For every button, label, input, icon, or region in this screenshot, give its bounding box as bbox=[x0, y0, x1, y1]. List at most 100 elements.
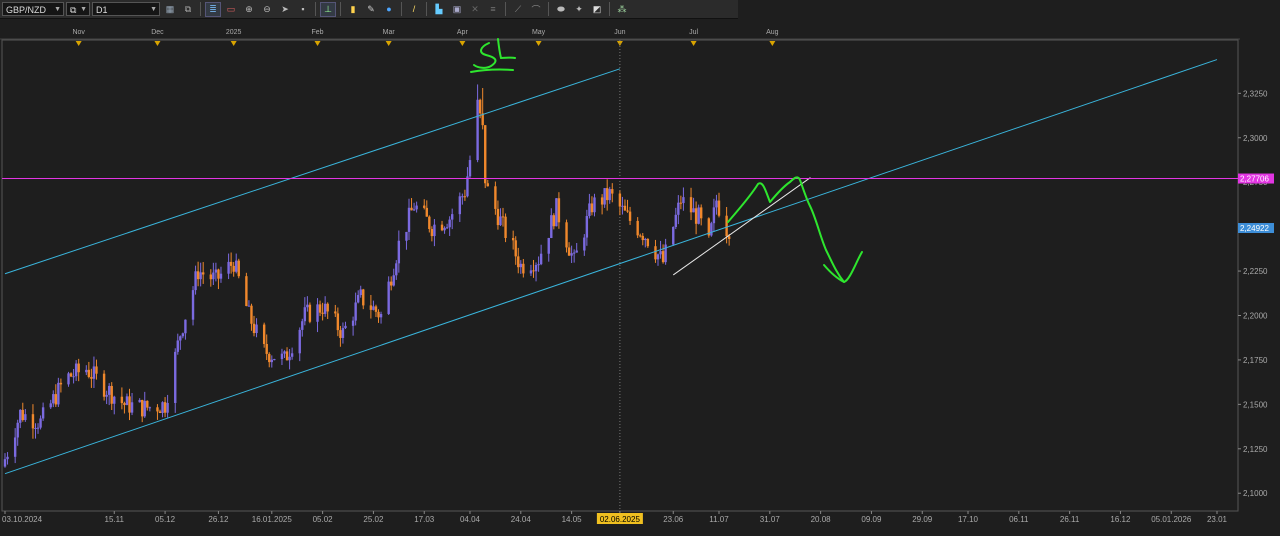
window-button[interactable]: ▣ bbox=[449, 2, 465, 17]
time-tick-label: 09.09 bbox=[861, 515, 882, 524]
candle-body bbox=[552, 215, 556, 227]
price-chart[interactable]: Nov Dec 2025 Feb Mar Apr May Jun Jul Aug 2,3250 2,3… bbox=[0, 20, 1280, 536]
candle-body bbox=[379, 314, 383, 318]
candle-body bbox=[557, 198, 561, 223]
candle-body bbox=[54, 394, 58, 405]
candle-body bbox=[433, 224, 436, 237]
candle-body bbox=[547, 237, 550, 254]
timeframe-select[interactable]: D1 ▼ bbox=[92, 2, 160, 16]
text-button[interactable]: ▮ bbox=[345, 2, 361, 17]
templates-button[interactable]: ▭ bbox=[223, 2, 239, 17]
candle-body bbox=[87, 369, 91, 377]
indicators-button[interactable]: ≣ bbox=[205, 1, 221, 17]
chevron-down-icon: ▼ bbox=[54, 6, 61, 13]
candle-body bbox=[534, 265, 538, 272]
link-select[interactable]: ⧉ ▼ bbox=[66, 2, 90, 16]
candle-body bbox=[529, 270, 533, 274]
grid-button[interactable]: ▪ bbox=[295, 2, 311, 17]
cursor-button[interactable]: ⊥ bbox=[320, 1, 336, 17]
channel-icon: ≡ bbox=[490, 4, 496, 14]
candle-body bbox=[600, 197, 604, 205]
candle-body bbox=[59, 382, 63, 385]
candle-body bbox=[374, 306, 378, 312]
expert-button[interactable]: ⁂ bbox=[614, 2, 630, 17]
candle-body bbox=[301, 321, 304, 330]
price-tick-label: 2,2250 bbox=[1243, 267, 1268, 276]
candle-body bbox=[461, 196, 464, 198]
candle-body bbox=[323, 303, 327, 314]
brush-button[interactable]: / bbox=[406, 2, 422, 17]
chevron-down-icon: ▼ bbox=[80, 6, 87, 13]
time-tick-label: 02.06.2025 bbox=[600, 515, 641, 524]
candle-body bbox=[405, 231, 408, 241]
candle-body bbox=[49, 403, 52, 408]
candle-body bbox=[252, 323, 256, 334]
globe-button[interactable]: ● bbox=[381, 2, 397, 17]
shape-button[interactable]: ⬬ bbox=[553, 2, 569, 17]
candle-body bbox=[392, 275, 395, 286]
expert-icon: ⁂ bbox=[617, 3, 627, 14]
arrow-button[interactable]: ✦ bbox=[571, 2, 587, 17]
candle-body bbox=[341, 328, 345, 338]
candle-body bbox=[603, 188, 606, 205]
candle-body bbox=[285, 351, 289, 361]
cross-button[interactable]: ✕ bbox=[467, 2, 483, 17]
time-tick-label: 05.02 bbox=[313, 515, 334, 524]
candle-body bbox=[24, 414, 27, 421]
candle-body bbox=[247, 305, 251, 307]
autoscroll-button[interactable]: ➤ bbox=[277, 2, 293, 17]
gann-button[interactable]: ⌒ bbox=[528, 2, 544, 17]
candle-body bbox=[468, 160, 472, 177]
candle-body bbox=[74, 363, 78, 377]
channel-button[interactable]: ≡ bbox=[485, 2, 501, 17]
zoom-in-button[interactable]: ⊕ bbox=[241, 2, 257, 17]
symbol-select[interactable]: GBP/NZD ▼ bbox=[2, 2, 64, 16]
candle-body bbox=[727, 236, 731, 240]
chart-type-button[interactable]: ▦ bbox=[162, 2, 178, 17]
candle-body bbox=[356, 295, 360, 303]
trade-icon: ▙ bbox=[435, 3, 443, 14]
candle-body bbox=[128, 396, 131, 413]
zoom-out-button[interactable]: ⊖ bbox=[259, 2, 275, 17]
candle-body bbox=[212, 272, 215, 280]
candle-body bbox=[298, 329, 301, 354]
time-tick-label: 25.02 bbox=[363, 515, 384, 524]
current-price-label: 2,24922 bbox=[1240, 224, 1269, 233]
candle-body bbox=[682, 197, 685, 204]
link-button[interactable]: ⧉ bbox=[180, 2, 196, 17]
candle-body bbox=[611, 189, 614, 194]
fibo-button[interactable]: ⟋ bbox=[510, 2, 526, 17]
candle-body bbox=[39, 418, 42, 428]
eraser-button[interactable]: ◩ bbox=[589, 2, 605, 17]
candle-body bbox=[191, 290, 195, 320]
candle-body bbox=[102, 373, 106, 397]
trade-button[interactable]: ▙ bbox=[431, 2, 447, 17]
candle-body bbox=[539, 253, 543, 265]
time-tick-label: 15.11 bbox=[105, 515, 125, 524]
level-price-label: 2,27706 bbox=[1240, 175, 1269, 184]
templates-icon: ▭ bbox=[226, 3, 236, 14]
candle-body bbox=[618, 193, 622, 207]
candle-body bbox=[105, 394, 108, 397]
candle-body bbox=[201, 272, 205, 275]
pencil-button[interactable]: ✎ bbox=[363, 2, 379, 17]
candle-body bbox=[656, 254, 660, 260]
time-tick-label: 16.12 bbox=[1110, 515, 1131, 524]
eraser-icon: ◩ bbox=[592, 3, 602, 14]
candle-body bbox=[639, 235, 642, 237]
time-tick-label: 06.11 bbox=[1009, 515, 1029, 524]
time-tick-label: 04.04 bbox=[460, 515, 481, 524]
candle-body bbox=[443, 227, 446, 231]
candle-body bbox=[555, 198, 558, 227]
candle-body bbox=[148, 407, 152, 409]
time-tick-label: 17.03 bbox=[414, 515, 435, 524]
candle-body bbox=[458, 196, 462, 215]
candle-body bbox=[31, 414, 35, 429]
candle-body bbox=[415, 205, 418, 210]
candle-body bbox=[501, 216, 505, 218]
candle-body bbox=[710, 223, 713, 236]
candle-body bbox=[13, 437, 17, 457]
candle-body bbox=[466, 176, 469, 197]
candle-body bbox=[532, 270, 535, 272]
candle-body bbox=[359, 289, 362, 296]
